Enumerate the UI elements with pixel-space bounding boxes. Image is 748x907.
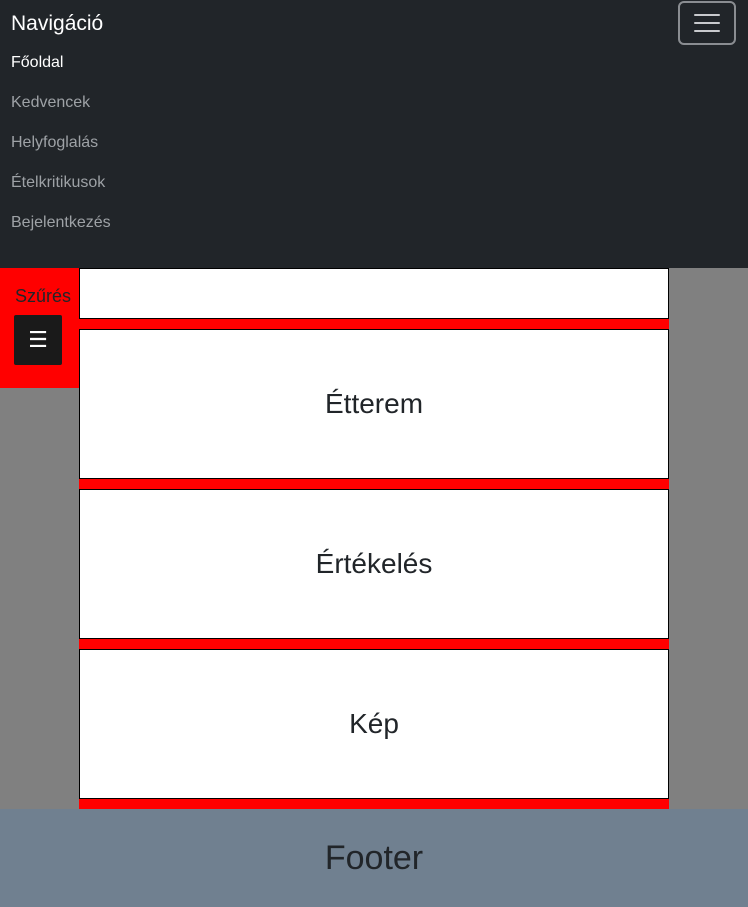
card-separator: [79, 639, 669, 649]
navbar: Navigáció Főoldal Kedvencek Helyfoglalás…: [0, 0, 748, 268]
nav-links: Főoldal Kedvencek Helyfoglalás Ételkriti…: [11, 50, 111, 250]
nav-link-fooldal[interactable]: Főoldal: [11, 50, 111, 90]
card-separator: [79, 799, 669, 809]
footer: Footer: [0, 809, 748, 907]
card-separator: [79, 479, 669, 489]
navbar-toggler-button[interactable]: [678, 1, 736, 45]
card-kep[interactable]: Kép: [79, 649, 669, 799]
card-separator: [79, 319, 669, 329]
content-column: Étterem Értékelés Kép: [79, 268, 669, 809]
nav-link-bejelentkezes[interactable]: Bejelentkezés: [11, 210, 111, 250]
nav-link-etelkritikusok[interactable]: Ételkritikusok: [11, 170, 111, 210]
filter-label: Szűrés: [15, 286, 72, 306]
navbar-brand[interactable]: Navigáció: [11, 11, 103, 37]
nav-link-kedvencek[interactable]: Kedvencek: [11, 90, 111, 130]
filter-menu-button[interactable]: ☰: [14, 315, 62, 365]
card-ertekeles[interactable]: Értékelés: [79, 489, 669, 639]
filter-panel: Szűrés ☰: [0, 268, 80, 388]
card-top: [79, 268, 669, 319]
hamburger-icon-bar: [694, 22, 720, 24]
hamburger-icon: ☰: [28, 327, 48, 352]
hamburger-icon: [694, 14, 720, 16]
card-etterem[interactable]: Étterem: [79, 329, 669, 479]
hamburger-icon-bar: [694, 30, 720, 32]
nav-link-helyfoglalas[interactable]: Helyfoglalás: [11, 130, 111, 170]
